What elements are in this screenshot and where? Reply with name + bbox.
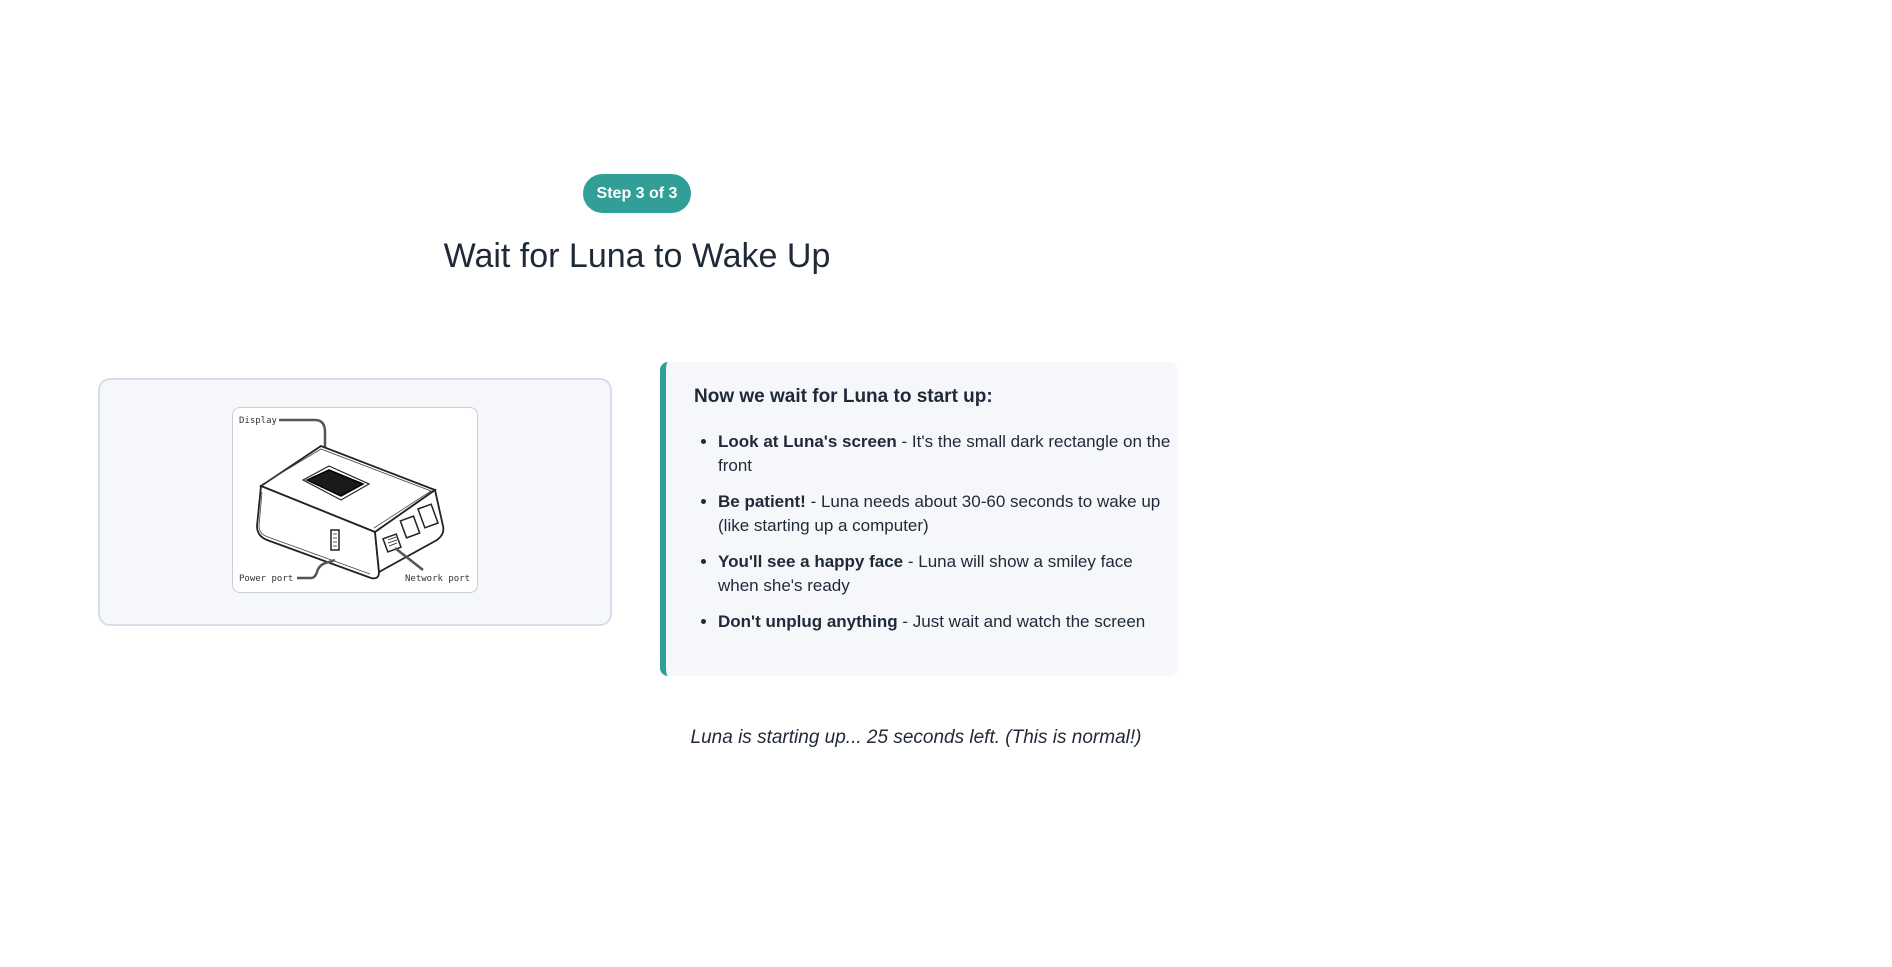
power-port-label: Power port [239, 574, 293, 584]
device-illustration-panel: Display Power port Network port [98, 378, 612, 626]
device-diagram: Display Power port Network port [232, 407, 478, 593]
list-item: Be patient! - Luna needs about 30-60 sec… [718, 490, 1178, 538]
list-item-title: You'll see a happy face [718, 552, 904, 571]
page-title: Wait for Luna to Wake Up [443, 237, 831, 275]
luna-device-drawing: Display Power port Network port [239, 416, 470, 584]
list-item-text: - Just wait and watch the screen [897, 612, 1146, 631]
power-port [330, 529, 340, 551]
step-badge: Step 3 of 3 [583, 174, 691, 213]
network-port-label: Network port [405, 574, 470, 584]
display-label: Display [239, 416, 278, 426]
power-port-leader-line [297, 558, 336, 580]
status-message: Luna is starting up... 25 seconds left. … [690, 727, 1142, 748]
list-item: You'll see a happy face - Luna will show… [718, 550, 1178, 598]
list-item: Don't unplug anything - Just wait and wa… [718, 610, 1178, 634]
setup-step-page: Step 3 of 3 Wait for Luna to Wake Up Dis… [0, 0, 1892, 967]
list-item: Look at Luna's screen - It's the small d… [718, 430, 1178, 478]
list-item-title: Be patient! [718, 492, 806, 511]
list-item-title: Look at Luna's screen [718, 432, 897, 451]
instructions-panel: Now we wait for Luna to start up: Look a… [660, 362, 1178, 676]
list-item-title: Don't unplug anything [718, 612, 898, 631]
instructions-list: Look at Luna's screen - It's the small d… [694, 430, 1178, 646]
instructions-heading: Now we wait for Luna to start up: [694, 386, 993, 407]
